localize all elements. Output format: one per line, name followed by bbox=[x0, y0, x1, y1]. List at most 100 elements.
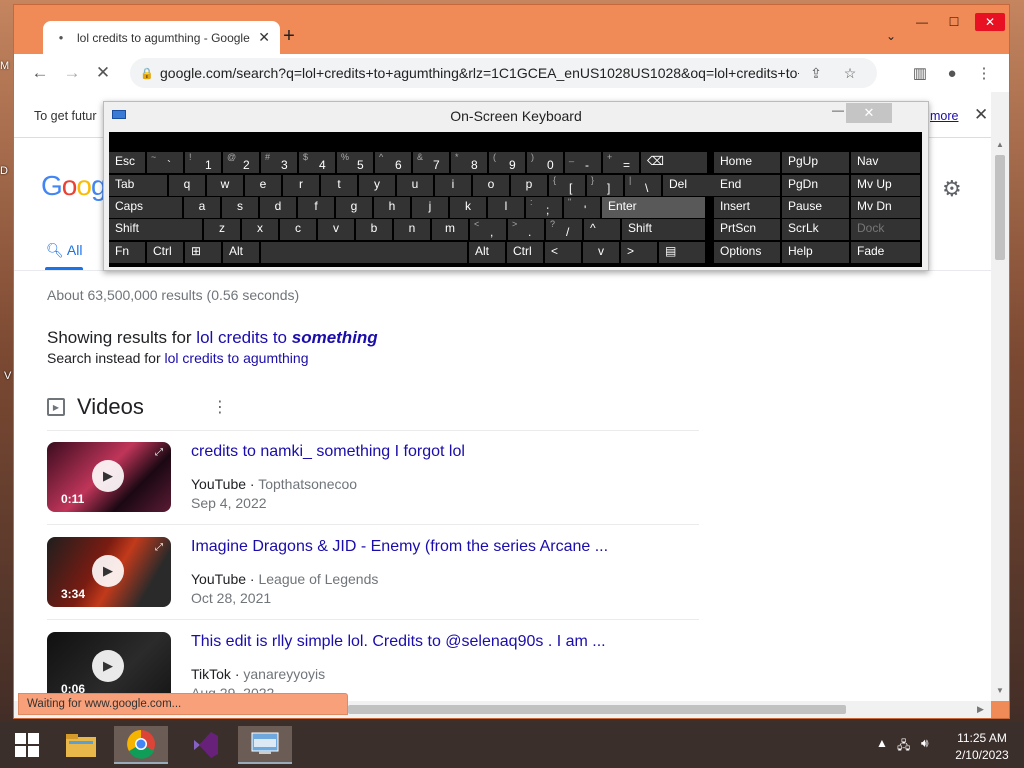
key-symbol[interactable]: <, bbox=[470, 219, 506, 240]
google-logo[interactable]: Goog bbox=[41, 170, 106, 202]
key-caps[interactable]: Caps bbox=[109, 197, 182, 218]
on-screen-keyboard-taskbar-icon[interactable] bbox=[238, 726, 292, 764]
key-tab[interactable]: Tab bbox=[109, 175, 167, 196]
original-query-link[interactable]: lol credits to agumthing bbox=[165, 350, 309, 366]
chrome-taskbar-icon[interactable] bbox=[114, 726, 168, 764]
key-b[interactable]: b bbox=[356, 219, 392, 240]
settings-gear-icon[interactable]: ⚙ bbox=[942, 176, 962, 202]
key-space[interactable] bbox=[261, 242, 467, 263]
video-title[interactable]: Imagine Dragons & JID - Enemy (from the … bbox=[191, 538, 608, 556]
vertical-scrollbar[interactable]: ▲ ▼ bbox=[991, 92, 1009, 701]
key-a[interactable]: a bbox=[184, 197, 220, 218]
key-9[interactable]: (9 bbox=[489, 152, 525, 173]
close-icon[interactable]: ✕ bbox=[974, 105, 988, 125]
video-title[interactable]: This edit is rlly simple lol. Credits to… bbox=[191, 633, 606, 651]
side-panel-icon[interactable]: ▥ bbox=[905, 58, 935, 88]
key-nav[interactable]: Nav bbox=[851, 152, 920, 173]
key-home[interactable]: Home bbox=[714, 152, 780, 173]
key-t[interactable]: t bbox=[321, 175, 357, 196]
key-symbol[interactable]: ? / bbox=[546, 219, 582, 240]
key-i[interactable]: i bbox=[435, 175, 471, 196]
menu-icon[interactable]: ⋮ bbox=[969, 58, 999, 88]
key-2[interactable]: @2 bbox=[223, 152, 259, 173]
maximize-button[interactable]: ☐ bbox=[939, 13, 969, 31]
key-prtscn[interactable]: PrtScn bbox=[714, 219, 780, 240]
key-symbol[interactable]: < bbox=[545, 242, 581, 263]
url-text[interactable]: google.com/search?q=lol+credits+to+agumt… bbox=[160, 65, 799, 81]
network-icon[interactable]: 🖧 bbox=[897, 736, 910, 757]
key-0[interactable]: ) 0 bbox=[527, 152, 563, 173]
key-g[interactable]: g bbox=[336, 197, 372, 218]
close-tab-icon[interactable]: ✕ bbox=[258, 29, 270, 46]
key-enter[interactable]: Enter bbox=[602, 197, 705, 218]
scroll-up-icon[interactable]: ▲ bbox=[996, 140, 1004, 149]
key-j[interactable]: j bbox=[412, 197, 448, 218]
clock[interactable]: 11:25 AM 2/10/2023 bbox=[942, 730, 1022, 764]
key-end[interactable]: End bbox=[714, 175, 780, 196]
key-symbol[interactable]: | \ bbox=[625, 175, 661, 196]
key-ctrl[interactable]: Ctrl bbox=[507, 242, 543, 263]
key-y[interactable]: y bbox=[359, 175, 395, 196]
key-ctrl[interactable]: Ctrl bbox=[147, 242, 183, 263]
tab-search-icon[interactable]: ⌄ bbox=[886, 29, 896, 43]
key-esc[interactable]: Esc bbox=[109, 152, 145, 173]
file-explorer-icon[interactable] bbox=[54, 726, 108, 764]
key-symbol[interactable]: {[ bbox=[549, 175, 585, 196]
key-h[interactable]: h bbox=[374, 197, 410, 218]
info-bar-more-link[interactable]: more bbox=[930, 109, 958, 123]
key-symbol[interactable]: " ' bbox=[564, 197, 600, 218]
volume-icon[interactable]: 🔊︎ bbox=[921, 736, 929, 751]
key-w[interactable]: w bbox=[207, 175, 243, 196]
corrected-query-link[interactable]: lol credits to something bbox=[196, 328, 377, 347]
key-k[interactable]: k bbox=[450, 197, 486, 218]
key-pgdn[interactable]: PgDn bbox=[782, 175, 849, 196]
key-fn[interactable]: Fn bbox=[109, 242, 145, 263]
key-pgup[interactable]: PgUp bbox=[782, 152, 849, 173]
video-result[interactable]: ▶ 0:06 This edit is rlly simple lol. Cre… bbox=[47, 632, 707, 701]
key-mvdn[interactable]: Mv Dn bbox=[851, 197, 920, 218]
osk-close-button[interactable]: ✕ bbox=[846, 103, 892, 123]
video-thumbnail[interactable]: ▶ ⤢ 3:34 bbox=[47, 537, 171, 607]
key-8[interactable]: * 8 bbox=[451, 152, 487, 173]
key-pause[interactable]: Pause bbox=[782, 197, 849, 218]
key-mvup[interactable]: Mv Up bbox=[851, 175, 920, 196]
key-1[interactable]: ! 1 bbox=[185, 152, 221, 173]
key-scrlk[interactable]: ScrLk bbox=[782, 219, 849, 240]
key-f[interactable]: f bbox=[298, 197, 334, 218]
browser-tab[interactable]: ● lol credits to agumthing - Google ✕ bbox=[43, 21, 280, 54]
key-x[interactable]: x bbox=[242, 219, 278, 240]
key-o[interactable]: o bbox=[473, 175, 509, 196]
key-3[interactable]: #3 bbox=[261, 152, 297, 173]
scroll-down-icon[interactable]: ▼ bbox=[996, 686, 1004, 695]
show-hidden-icons-icon[interactable]: ▲ bbox=[876, 736, 888, 750]
key-symbol[interactable]: _ - bbox=[565, 152, 601, 173]
key-z[interactable]: z bbox=[204, 219, 240, 240]
video-thumbnail[interactable]: ▶ ⤢ 0:11 bbox=[47, 442, 171, 512]
video-thumbnail[interactable]: ▶ 0:06 bbox=[47, 632, 171, 701]
back-icon[interactable]: ← bbox=[25, 58, 55, 88]
close-window-button[interactable]: ✕ bbox=[975, 13, 1005, 31]
key-symbol[interactable]: ⊞ bbox=[185, 242, 221, 263]
bookmark-star-icon[interactable]: ☆ bbox=[833, 65, 867, 82]
key-symbol[interactable]: > bbox=[621, 242, 657, 263]
more-options-icon[interactable]: ⋮ bbox=[212, 397, 228, 417]
osk-minimize-button[interactable]: — bbox=[832, 103, 844, 117]
visual-studio-icon[interactable] bbox=[178, 726, 232, 764]
key-p[interactable]: p bbox=[511, 175, 547, 196]
key-options[interactable]: Options bbox=[714, 242, 780, 263]
key-7[interactable]: & 7 bbox=[413, 152, 449, 173]
key-symbol[interactable]: ⌫ bbox=[641, 152, 707, 173]
key-help[interactable]: Help bbox=[782, 242, 849, 263]
key-fade[interactable]: Fade bbox=[851, 242, 920, 263]
key-symbol[interactable]: }] bbox=[587, 175, 623, 196]
key-symbol[interactable]: ~ ` bbox=[147, 152, 183, 173]
key-dock[interactable]: Dock bbox=[851, 219, 920, 240]
stop-icon[interactable]: ✕ bbox=[88, 58, 118, 88]
share-icon[interactable]: ⇪ bbox=[799, 65, 833, 82]
key-r[interactable]: r bbox=[283, 175, 319, 196]
scrollbar-thumb[interactable] bbox=[348, 705, 846, 714]
new-tab-button[interactable]: + bbox=[276, 23, 302, 49]
key-symbol[interactable]: ▤ bbox=[659, 242, 705, 263]
scroll-right-icon[interactable]: ▶ bbox=[977, 704, 984, 715]
video-title[interactable]: credits to namki_ something I forgot lol bbox=[191, 443, 465, 461]
